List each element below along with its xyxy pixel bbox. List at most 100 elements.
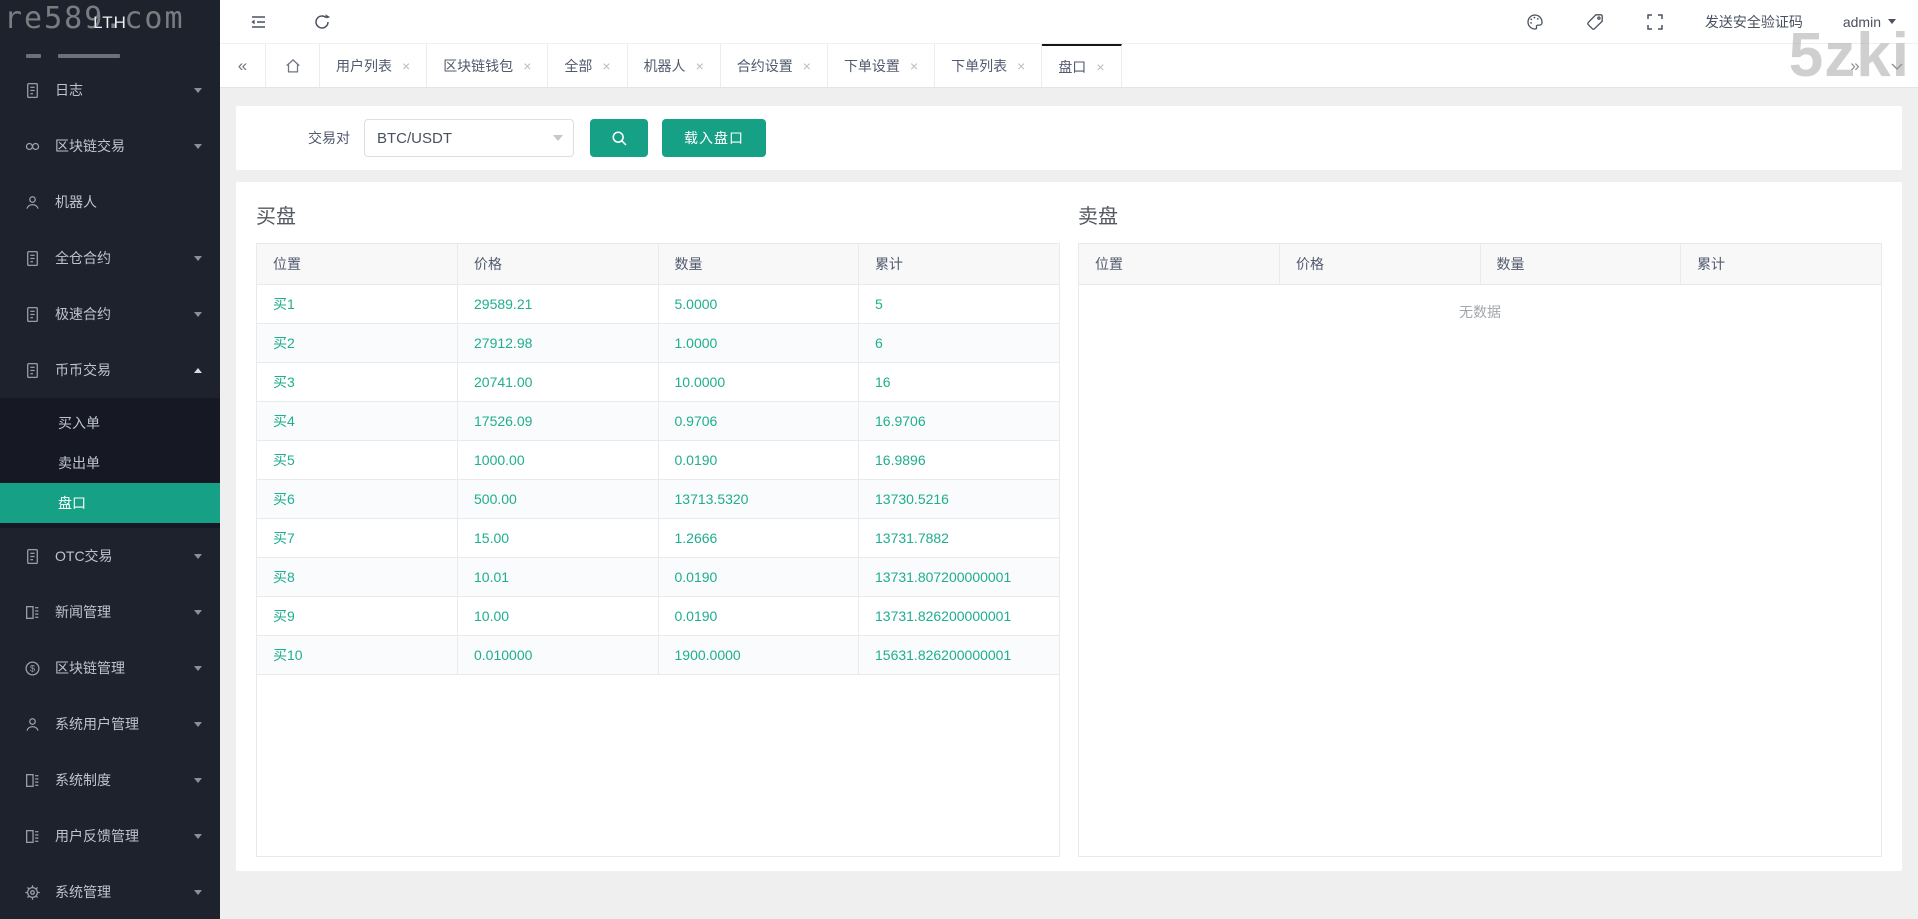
sidebar-item-label: 区块链管理 [55,660,125,676]
tab-2[interactable]: 全部 × [548,44,628,87]
tab-1[interactable]: 区块链钱包 × [427,44,549,87]
table-cell: 0.0190 [658,596,859,636]
chevron-down-icon [194,553,202,559]
news-icon [24,828,41,845]
tab-close-icon[interactable]: × [402,59,410,73]
table-cell: 1000.00 [457,440,659,480]
tab-bar: « 用户列表 × 区块链钱包 × 全部 × 机器人 × 合约设置 × 下单设置 × 下单列表 × 盘口 × » [220,44,1918,88]
buy-orderbook-section: 买盘 位置 价格 数量 累计 买1 29589.21 5.0000 5 买2 27912.98 1… [256,198,1060,857]
tab-close-icon[interactable]: × [523,59,531,73]
tab-6[interactable]: 下单列表 × [935,44,1043,87]
table-cell: 20741.00 [457,362,659,402]
pair-select[interactable]: BTC/USDT [364,119,574,157]
fullscreen-icon[interactable] [1645,12,1665,32]
sell-table-container: 位置 价格 数量 累计 无数据 [1078,243,1882,857]
buy-table-container: 位置 价格 数量 累计 买1 29589.21 5.0000 5 买2 27912.98 1.00… [256,243,1060,857]
scroll-tabs-right-button[interactable]: » [1834,44,1876,87]
load-orderbook-button[interactable]: 载入盘口 [662,119,766,157]
sidebar-subitem-5-1[interactable]: 卖出单 [0,443,220,483]
sidebar-item-11[interactable]: 用户反馈管理 [0,808,220,864]
table-cell: 买7 [257,518,458,558]
table-cell: 5.0000 [658,284,859,324]
table-cell: 买1 [257,284,458,324]
tab-close-icon[interactable]: × [1017,59,1025,73]
collapse-sidebar-icon[interactable] [248,12,268,32]
table-cell: 500.00 [457,479,659,519]
table-row: 买6 500.00 13713.5320 13730.5216 [257,479,1059,519]
tab-4[interactable]: 合约设置 × [721,44,828,87]
column-header: 位置 [1079,244,1280,285]
table-cell: 16.9706 [858,401,1059,441]
sidebar-item-5[interactable]: 币币交易 [0,342,220,398]
chevron-down-icon [553,135,563,141]
tab-close-icon[interactable]: × [803,59,811,73]
search-button[interactable] [590,119,648,157]
buy-table: 位置 价格 数量 累计 买1 29589.21 5.0000 5 买2 27912.98 1.00… [257,244,1059,675]
sidebar-item-6[interactable]: OTC交易 [0,528,220,584]
tab-close-icon[interactable]: × [910,59,918,73]
table-cell: 买6 [257,479,458,519]
sidebar-item-12[interactable]: 系统管理 [0,864,220,919]
table-cell: 13731.7882 [858,518,1059,558]
send-security-code-button[interactable]: 发送安全验证码 [1705,12,1803,32]
chevron-down-icon [194,833,202,839]
no-data-text: 无数据 [1459,303,1501,320]
table-cell: 买10 [257,635,458,675]
doc-icon [24,82,41,99]
doc-icon [24,362,41,379]
filter-toolbar: 交易对 BTC/USDT 载入盘口 [236,106,1902,170]
refresh-icon[interactable] [312,12,332,32]
table-cell: 10.0000 [658,362,859,402]
doc-icon [24,548,41,565]
sidebar-item-9[interactable]: 系统用户管理 [0,696,220,752]
chevron-down-icon [194,311,202,317]
table-cell: 0.010000 [457,635,659,675]
sidebar-item-2[interactable]: 机器人 [0,174,220,230]
chevron-down-icon [194,609,202,615]
tab-3[interactable]: 机器人 × [628,44,721,87]
table-cell: 10.00 [457,596,659,636]
tab-0[interactable]: 用户列表 × [320,44,428,87]
tabs-menu-button[interactable] [1876,44,1918,87]
column-header: 数量 [1480,244,1681,285]
sidebar-item-8[interactable]: $ 区块链管理 [0,640,220,696]
table-cell: 买4 [257,401,458,441]
table-cell: 0.9706 [658,401,859,441]
table-row: 买1 29589.21 5.0000 5 [257,284,1059,324]
user-menu[interactable]: admin [1843,14,1896,30]
svg-text:$: $ [30,663,35,673]
table-row: 买9 10.00 0.0190 13731.826200000001 [257,596,1059,636]
home-tab[interactable] [266,44,320,87]
tag-icon[interactable] [1585,12,1605,32]
sidebar-item-1[interactable]: 区块链交易 [0,118,220,174]
dollar-icon: $ [24,660,41,677]
scroll-tabs-left-button[interactable]: « [220,44,266,87]
table-cell: 买2 [257,323,458,363]
tab-close-icon[interactable]: × [1096,60,1104,74]
table-cell: 16 [858,362,1059,402]
tab-label: 机器人 [643,57,686,74]
sidebar-item-label: OTC交易 [55,548,113,564]
sidebar-item-4[interactable]: 极速合约 [0,286,220,342]
sidebar-item-10[interactable]: 系统制度 [0,752,220,808]
tab-label: 全部 [564,57,593,74]
table-row: 买10 0.010000 1900.0000 15631.826200000001 [257,635,1059,675]
sidebar-item-7[interactable]: 新闻管理 [0,584,220,640]
palette-icon[interactable] [1525,12,1545,32]
sidebar-item-clipped[interactable] [0,46,220,62]
sidebar-item-3[interactable]: 全仓合约 [0,230,220,286]
tab-5[interactable]: 下单设置 × [828,44,936,87]
chevron-down-icon [1888,19,1896,24]
column-header: 累计 [858,244,1059,285]
tab-close-icon[interactable]: × [696,59,704,73]
sidebar-item-0[interactable]: 日志 [0,62,220,118]
pair-label: 交易对 [308,130,350,146]
sidebar-subitem-5-2[interactable]: 盘口 [0,483,220,523]
sidebar-subitem-5-0[interactable]: 买入单 [0,403,220,443]
tab-7[interactable]: 盘口 × [1042,44,1122,87]
clipped-icon [26,54,41,58]
table-cell: 10.01 [457,557,659,597]
sidebar-item-label: 币币交易 [55,362,111,378]
table-cell: 13713.5320 [658,479,859,519]
tab-close-icon[interactable]: × [602,59,610,73]
